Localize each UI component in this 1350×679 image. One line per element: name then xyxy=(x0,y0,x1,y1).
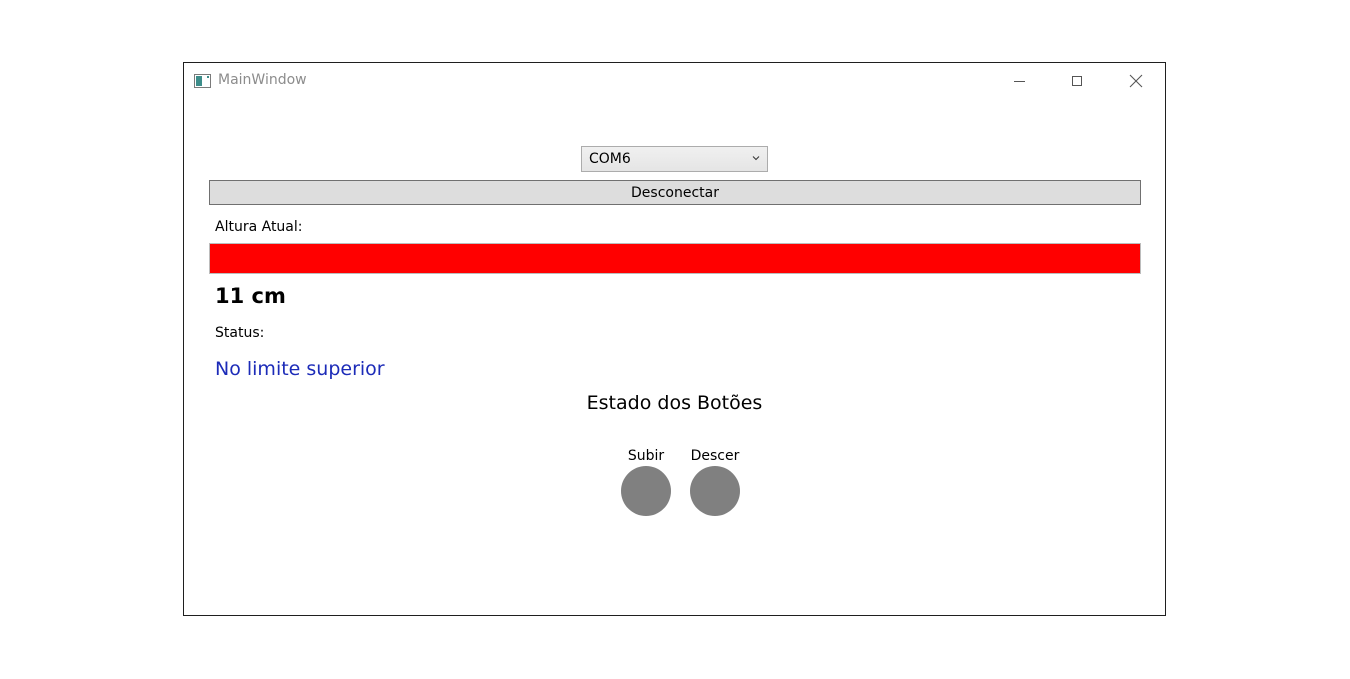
buttons-state-title: Estado dos Botões xyxy=(586,392,763,414)
app-icon xyxy=(194,74,211,88)
minimize-button[interactable] xyxy=(996,63,1042,99)
up-button-indicator xyxy=(621,466,671,516)
disconnect-button[interactable]: Desconectar xyxy=(209,180,1141,205)
maximize-button[interactable] xyxy=(1054,63,1100,99)
minimize-icon xyxy=(1013,80,1025,82)
port-select-value: COM6 xyxy=(589,151,631,167)
chevron-down-icon xyxy=(752,156,760,161)
main-window: MainWindow COM6 Desconectar Altura Atual… xyxy=(183,62,1166,616)
height-progress-bar xyxy=(209,243,1141,274)
status-value: No limite superior xyxy=(215,358,385,380)
window-title: MainWindow xyxy=(218,72,307,88)
close-button[interactable] xyxy=(1113,63,1159,99)
close-icon xyxy=(1129,74,1143,88)
down-button-label: Descer xyxy=(690,448,740,464)
status-label: Status: xyxy=(215,325,265,341)
maximize-icon xyxy=(1072,76,1082,86)
height-progress-fill xyxy=(210,244,1140,273)
port-select[interactable]: COM6 xyxy=(581,146,768,172)
up-button-label: Subir xyxy=(627,448,665,464)
title-bar[interactable]: MainWindow xyxy=(184,63,1165,101)
height-label: Altura Atual: xyxy=(215,219,303,235)
height-value: 11 cm xyxy=(215,284,286,308)
down-button-indicator xyxy=(690,466,740,516)
